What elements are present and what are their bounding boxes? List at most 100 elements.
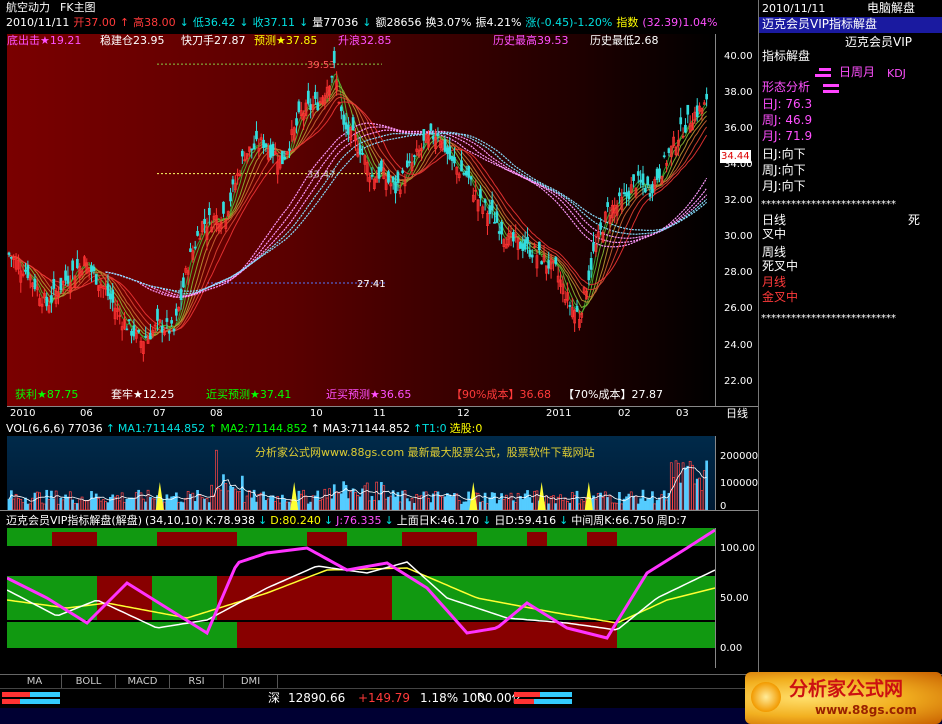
volume-bar xyxy=(644,500,647,510)
indicator-panel[interactable] xyxy=(7,528,715,668)
candle-body xyxy=(231,179,235,185)
market-name: 深 xyxy=(268,691,281,705)
candle-body xyxy=(422,129,426,141)
indicator-field: ↓ xyxy=(559,514,569,527)
candle-body xyxy=(684,124,687,133)
volume-bar xyxy=(257,494,261,510)
signal-label: 快刀手27.87 xyxy=(181,34,246,47)
candle-body xyxy=(568,305,572,307)
volume-bar xyxy=(377,500,381,510)
candle-body xyxy=(408,161,412,164)
period-mode[interactable]: 日线 xyxy=(726,407,748,420)
candle-body xyxy=(7,252,11,255)
cross-label: 叉中 xyxy=(762,227,787,241)
indicator-tick: 50.00 xyxy=(720,593,749,604)
quote-field: 额28656 xyxy=(375,16,422,29)
volume-bar xyxy=(422,491,426,510)
volume-panel[interactable]: 分析家公式网www.88gs.com 最新最大股票公式，股票软件下载网站 xyxy=(7,436,715,510)
volume-bar xyxy=(479,501,482,510)
candle-body xyxy=(464,170,468,176)
volume-bar xyxy=(625,496,628,510)
candle-body xyxy=(222,201,225,214)
volume-bar xyxy=(514,502,518,510)
volume-bar xyxy=(71,499,74,510)
candle-body xyxy=(622,192,626,195)
volume-bar xyxy=(97,498,100,510)
volume-bar xyxy=(177,501,181,510)
volume-bar xyxy=(516,492,520,510)
volume-bar xyxy=(634,495,638,510)
quote-field: 高38.00 xyxy=(133,16,176,29)
volume-bar xyxy=(613,502,617,510)
volume-bar xyxy=(212,494,216,510)
date-tick: 11 xyxy=(373,408,386,419)
candle-body xyxy=(207,208,211,216)
volume-bar xyxy=(698,477,701,510)
signal-label: 历史最高39.53 xyxy=(493,34,569,47)
candle-body xyxy=(521,243,525,251)
volume-bar xyxy=(311,495,315,510)
volume-bar xyxy=(693,483,697,510)
candle-body xyxy=(314,91,317,99)
date-tick: 02 xyxy=(618,408,631,419)
kdj-value: 月J: 71.9 xyxy=(762,129,813,143)
volume-bar xyxy=(387,496,390,510)
candle-body xyxy=(160,325,164,333)
volume-bar xyxy=(526,490,529,510)
candle-body xyxy=(462,172,466,175)
site-logo: 分析家公式网 www.88gs.com xyxy=(745,672,942,724)
candle-body xyxy=(469,176,473,180)
volume-bar xyxy=(40,502,44,510)
quote-line: 2010/11/11 开37.00 ↑ 高38.00 ↓ 低36.42 ↓ 收37.11 ↓ 量7… xyxy=(6,16,758,30)
candle-body xyxy=(606,202,610,207)
main-price-panel[interactable]: 39.53 33.47 27.41 获利★87.75 套牢★12.25 近买预测★37.… xyxy=(7,34,715,406)
date-axis: 日线 2010 06 07 08 10 11 12 2011 02 03 xyxy=(7,406,758,420)
volume-bar xyxy=(363,485,367,510)
volume-bar xyxy=(358,496,362,510)
signal-label: 历史最低2.68 xyxy=(590,34,659,47)
volume-bar xyxy=(368,500,371,510)
tab-ma[interactable]: MA xyxy=(8,675,62,689)
tab-dmi[interactable]: DMI xyxy=(224,675,278,689)
candle-body xyxy=(526,236,529,244)
kdj-directions: 日J:向下 周J:向下 月J:向下 xyxy=(762,148,942,198)
volume-bar xyxy=(21,502,25,510)
candle-body xyxy=(540,261,544,265)
tab-macd[interactable]: MACD xyxy=(116,675,170,689)
volume-bar xyxy=(342,481,346,510)
volume-bar xyxy=(372,499,376,510)
candle-body xyxy=(10,256,13,259)
tab-rsi[interactable]: RSI xyxy=(170,675,224,689)
volume-bar xyxy=(434,491,437,510)
volume-bar xyxy=(483,492,487,510)
volume-bar xyxy=(116,495,119,510)
chart-area[interactable]: 航空动力 FK主图 2010/11/11 开37.00 ↑ 高38.00 ↓ 低36.42… xyxy=(0,0,758,674)
tab-boll[interactable]: BOLL xyxy=(62,675,116,689)
candle-body xyxy=(651,184,654,194)
volume-bar xyxy=(167,498,171,510)
candle-body xyxy=(587,270,591,281)
volume-bar xyxy=(54,490,58,510)
candle-body xyxy=(358,145,362,155)
volume-bar xyxy=(672,476,675,510)
volume-bar xyxy=(302,489,305,510)
volume-bar xyxy=(347,498,350,510)
signal-label: 预测★37.85 xyxy=(254,34,318,47)
volume-bar xyxy=(521,499,525,510)
volume-bar xyxy=(382,485,386,510)
volume-bar xyxy=(665,499,668,510)
candle-body xyxy=(283,156,287,160)
signal-block xyxy=(217,576,392,620)
candle-body xyxy=(646,176,650,186)
chart-mode[interactable]: FK主图 xyxy=(60,1,96,14)
volume-bar xyxy=(7,498,11,510)
volume-bar xyxy=(349,491,353,510)
candle-body xyxy=(332,50,336,64)
candle-body xyxy=(639,179,642,183)
date-tick: 03 xyxy=(676,408,689,419)
candle-body xyxy=(460,160,463,172)
volume-bar xyxy=(33,492,37,510)
kdj-value: 周J: 46.9 xyxy=(762,113,813,127)
volume-bar xyxy=(45,489,49,510)
legend-bar-icon xyxy=(815,74,831,77)
